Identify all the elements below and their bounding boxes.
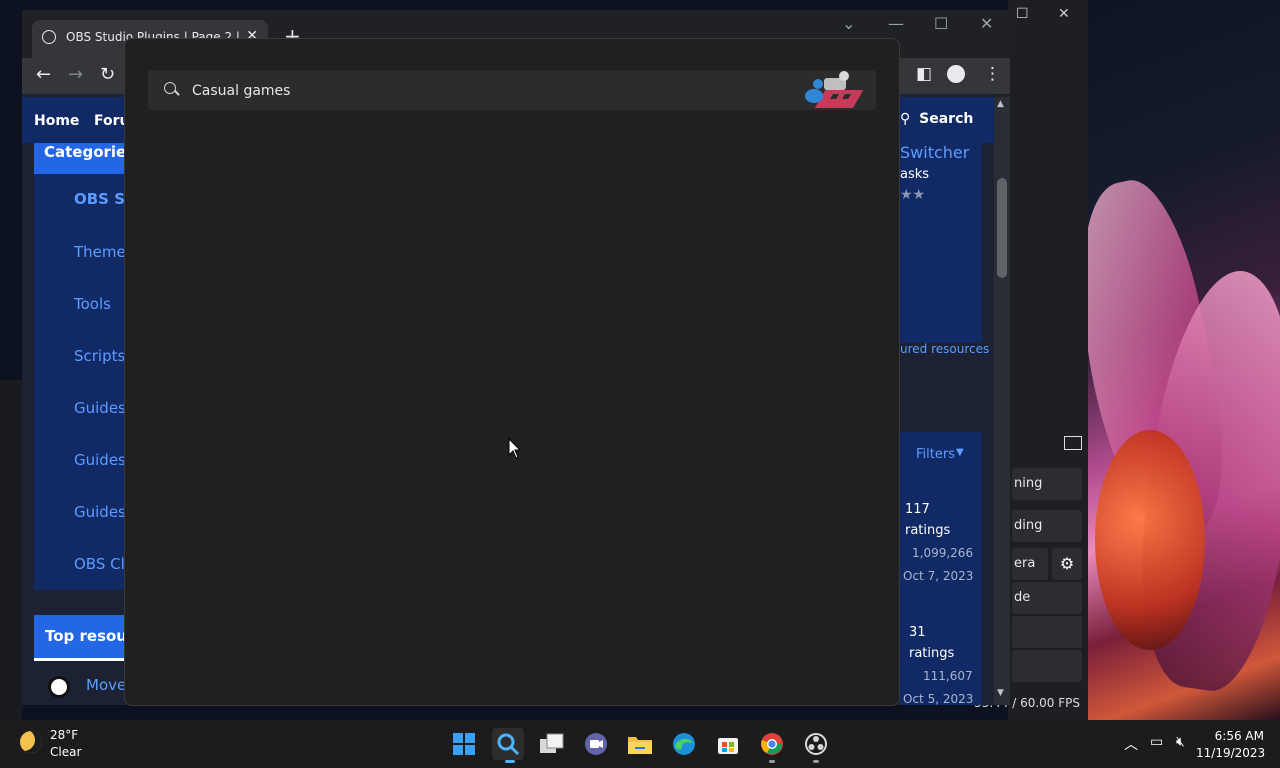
top-resources-header: Top resources xyxy=(34,615,126,660)
category-obs-classic[interactable]: OBS Classic xyxy=(74,555,126,573)
nav-home-link[interactable]: Home xyxy=(34,113,79,129)
download-count: 111,607 xyxy=(923,669,973,683)
ratings-count: 117 xyxy=(905,502,930,517)
search-taskbar-icon[interactable] xyxy=(492,728,524,760)
windows-start-icon[interactable] xyxy=(448,728,480,760)
task-view-icon[interactable] xyxy=(536,728,568,760)
updated-date: Oct 7, 2023 xyxy=(903,569,974,583)
obs-virtual-camera-button[interactable]: era xyxy=(1012,548,1048,580)
ratings-count: 31 xyxy=(909,625,926,640)
nav-search-label: Search xyxy=(919,111,974,127)
categories-sidebar xyxy=(34,143,126,590)
featured-resource-panel: Switcher asks ★★ xyxy=(900,143,982,343)
category-guides-2[interactable]: Guides xyxy=(74,451,126,469)
category-obs-studio-plugins[interactable]: OBS Studio Plugins xyxy=(74,190,126,208)
filters-button[interactable]: Filters xyxy=(916,447,955,462)
ratings-label: ratings xyxy=(905,523,951,538)
maximize-icon[interactable]: ☐ xyxy=(934,14,948,33)
obs-exit-button[interactable] xyxy=(1012,650,1082,682)
chevron-up-icon[interactable]: ︿ xyxy=(1124,734,1138,754)
obs-titlebar: ☐ ✕ xyxy=(1008,0,1088,30)
featured-resource-subtitle: asks xyxy=(900,167,930,182)
display-icon[interactable]: ▭ xyxy=(1150,734,1163,750)
search-box[interactable] xyxy=(148,70,876,110)
obs-studio-mode-button[interactable]: de xyxy=(1012,582,1082,614)
obs-settings-button[interactable] xyxy=(1012,616,1082,648)
obs-close-icon[interactable]: ✕ xyxy=(1058,6,1070,22)
featured-resources-link[interactable]: ured resources xyxy=(900,342,989,356)
category-guides-3[interactable]: Guides xyxy=(74,503,126,521)
side-panel-icon[interactable]: ◧ xyxy=(916,64,932,84)
updated-date: Oct 5, 2023 xyxy=(903,692,974,706)
edge-browser-icon[interactable] xyxy=(668,728,700,760)
weather-condition[interactable]: Clear xyxy=(50,745,81,759)
nav-search-link[interactable]: ⚲ Search xyxy=(900,111,973,127)
category-guides-1[interactable]: Guides xyxy=(74,399,126,417)
caret-down-icon[interactable]: ▼ xyxy=(956,447,964,458)
tab-search-dropdown-icon[interactable]: ⌄ xyxy=(842,14,855,33)
ratings-label: ratings xyxy=(909,646,955,661)
category-tools[interactable]: Tools xyxy=(74,295,126,313)
top-resources-underline xyxy=(34,658,126,661)
top-resource-move[interactable]: Move xyxy=(86,676,126,694)
obs-studio-icon[interactable] xyxy=(800,728,832,760)
mouse-cursor-icon xyxy=(508,438,522,459)
clock-time[interactable]: 6:56 AM xyxy=(1208,729,1264,743)
search-icon: ⚲ xyxy=(900,111,911,127)
more-menu-icon[interactable]: ⋮ xyxy=(984,64,1001,84)
download-count: 1,099,266 xyxy=(912,546,974,560)
weather-temperature[interactable]: 28°F xyxy=(50,728,78,742)
obs-recording-button[interactable]: ding xyxy=(1012,510,1082,542)
resource-avatar-icon xyxy=(48,676,70,698)
search-active-indicator xyxy=(505,760,515,763)
gear-icon[interactable]: ⚙ xyxy=(1052,548,1082,580)
forward-arrow-icon[interactable]: → xyxy=(68,64,83,85)
clock-date[interactable]: 11/19/2023 xyxy=(1196,746,1265,760)
reload-icon[interactable]: ↻ xyxy=(100,64,115,85)
moon-weather-icon[interactable] xyxy=(20,731,42,753)
featured-resource-title[interactable]: Switcher xyxy=(900,143,969,162)
back-arrow-icon[interactable]: ← xyxy=(36,64,51,85)
resource-list-panel: Filters ▼ 117 ratings 1,099,266 Oct 7, 2… xyxy=(900,432,982,706)
obs-window-left-edge xyxy=(0,380,22,720)
category-themes[interactable]: Themes xyxy=(74,243,126,261)
scrollbar-thumb[interactable] xyxy=(997,178,1007,278)
profile-avatar-icon[interactable] xyxy=(947,65,965,83)
categories-header: Categories xyxy=(34,143,126,174)
scroll-down-arrow-icon[interactable]: ▼ xyxy=(997,688,1004,698)
star-rating-icon: ★★ xyxy=(900,187,926,203)
search-highlight-illustration-icon xyxy=(805,71,864,108)
chrome-running-indicator xyxy=(769,760,775,763)
obs-favicon-icon xyxy=(42,30,56,44)
windows-search-panel xyxy=(124,38,900,706)
obs-undock-icon[interactable] xyxy=(1064,436,1082,450)
minimize-icon[interactable]: — xyxy=(888,14,904,33)
chrome-icon[interactable] xyxy=(756,728,788,760)
scroll-up-arrow-icon[interactable]: ▲ xyxy=(997,99,1004,109)
file-explorer-icon[interactable] xyxy=(624,728,656,760)
microsoft-store-icon[interactable] xyxy=(712,728,744,760)
search-input[interactable] xyxy=(190,79,754,103)
obs-maximize-icon[interactable]: ☐ xyxy=(1016,6,1029,22)
wallpaper-petal xyxy=(1095,430,1205,650)
category-scripts[interactable]: Scripts xyxy=(74,347,126,365)
teams-chat-icon[interactable] xyxy=(580,728,612,760)
close-icon[interactable]: ✕ xyxy=(980,14,993,33)
obs-running-indicator xyxy=(813,760,819,763)
obs-streaming-button[interactable]: ning xyxy=(1012,468,1082,500)
volume-muted-icon[interactable]: 🔇︎ xyxy=(1176,734,1185,750)
